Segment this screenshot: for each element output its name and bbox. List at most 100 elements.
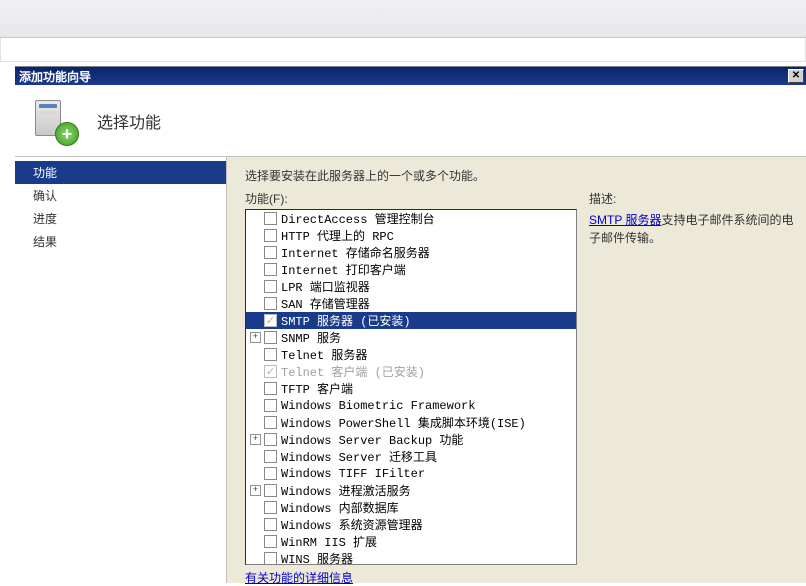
feature-row[interactable]: WinRM IIS 扩展	[246, 533, 576, 550]
feature-label: HTTP 代理上的 RPC	[281, 227, 394, 244]
feature-checkbox[interactable]	[264, 416, 277, 429]
expand-spacer	[250, 281, 261, 292]
nav-item[interactable]: 确认	[15, 184, 226, 207]
wizard-header: + 选择功能	[15, 85, 806, 157]
feature-checkbox[interactable]	[264, 229, 277, 242]
feature-checkbox[interactable]	[264, 280, 277, 293]
feature-checkbox[interactable]	[264, 535, 277, 548]
expand-spacer	[250, 230, 261, 241]
feature-checkbox[interactable]	[264, 501, 277, 514]
feature-row[interactable]: Telnet 服务器	[246, 346, 576, 363]
wizard-body: 功能确认进度结果 选择要安装在此服务器上的一个或多个功能。 功能(F): Dir…	[15, 157, 806, 583]
feature-row[interactable]: Windows PowerShell 集成脚本环境(ISE)	[246, 414, 576, 431]
feature-checkbox: ✓	[264, 365, 277, 378]
feature-label: Windows 系统资源管理器	[281, 516, 423, 533]
expand-spacer	[250, 451, 261, 462]
feature-row[interactable]: + SNMP 服务	[246, 329, 576, 346]
feature-label: Windows PowerShell 集成脚本环境(ISE)	[281, 414, 526, 431]
nav-item[interactable]: 结果	[15, 230, 226, 253]
feature-listbox[interactable]: DirectAccess 管理控制台 HTTP 代理上的 RPC Interne…	[245, 209, 577, 565]
feature-label: Windows 进程激活服务	[281, 482, 411, 499]
expand-spacer	[250, 264, 261, 275]
feature-checkbox[interactable]	[264, 348, 277, 361]
close-button[interactable]: ✕	[788, 69, 804, 83]
feature-row[interactable]: HTTP 代理上的 RPC	[246, 227, 576, 244]
expand-spacer	[250, 519, 261, 530]
feature-row[interactable]: ✓ SMTP 服务器 (已安装)	[246, 312, 576, 329]
expand-icon[interactable]: +	[250, 434, 261, 445]
expand-spacer	[250, 468, 261, 479]
parent-window-toolbar	[0, 0, 806, 38]
feature-row[interactable]: Internet 打印客户端	[246, 261, 576, 278]
feature-checkbox[interactable]	[264, 433, 277, 446]
expand-spacer	[250, 502, 261, 513]
feature-row[interactable]: Windows TIFF IFilter	[246, 465, 576, 482]
feature-checkbox[interactable]	[264, 382, 277, 395]
expand-spacer	[250, 349, 261, 360]
feature-checkbox[interactable]	[264, 399, 277, 412]
feature-checkbox[interactable]	[264, 246, 277, 259]
feature-checkbox[interactable]	[264, 263, 277, 276]
feature-checkbox[interactable]	[264, 552, 277, 565]
wizard-header-title: 选择功能	[97, 109, 161, 133]
feature-label: SMTP 服务器 (已安装)	[281, 312, 411, 329]
feature-row[interactable]: Windows Server 迁移工具	[246, 448, 576, 465]
expand-spacer	[250, 315, 261, 326]
feature-list-label: 功能(F):	[245, 190, 577, 207]
expand-spacer	[250, 553, 261, 564]
expand-icon[interactable]: +	[250, 332, 261, 343]
close-icon: ✕	[792, 71, 800, 81]
feature-row[interactable]: WINS 服务器	[246, 550, 576, 565]
feature-row[interactable]: ✓Telnet 客户端 (已安装)	[246, 363, 576, 380]
feature-row[interactable]: TFTP 客户端	[246, 380, 576, 397]
wizard-content: 选择要安装在此服务器上的一个或多个功能。 功能(F): DirectAccess…	[227, 157, 806, 583]
feature-row[interactable]: Windows 系统资源管理器	[246, 516, 576, 533]
feature-row[interactable]: DirectAccess 管理控制台	[246, 210, 576, 227]
more-info-link[interactable]: 有关功能的详细信息	[245, 569, 353, 586]
feature-checkbox[interactable]	[264, 331, 277, 344]
parent-window-gap	[0, 38, 806, 62]
feature-label: Windows TIFF IFilter	[281, 467, 425, 481]
feature-row[interactable]: SAN 存储管理器	[246, 295, 576, 312]
description-panel: 描述: SMTP 服务器支持电子邮件系统间的电子邮件传输。	[589, 190, 796, 247]
feature-label: Windows Server 迁移工具	[281, 448, 437, 465]
plus-badge-icon: +	[55, 122, 79, 146]
expand-spacer	[250, 298, 261, 309]
expand-spacer	[250, 417, 261, 428]
feature-label: SAN 存储管理器	[281, 295, 370, 312]
nav-item[interactable]: 功能	[15, 161, 226, 184]
feature-row[interactable]: + Windows Server Backup 功能	[246, 431, 576, 448]
feature-label: WINS 服务器	[281, 550, 353, 565]
feature-row[interactable]: + Windows 进程激活服务	[246, 482, 576, 499]
feature-label: DirectAccess 管理控制台	[281, 210, 435, 227]
feature-row[interactable]: Windows 内部数据库	[246, 499, 576, 516]
wizard-nav: 功能确认进度结果	[15, 157, 227, 583]
feature-label: Telnet 服务器	[281, 346, 367, 363]
description-body: SMTP 服务器支持电子邮件系统间的电子邮件传输。	[589, 211, 796, 247]
feature-checkbox[interactable]	[264, 212, 277, 225]
feature-checkbox[interactable]	[264, 450, 277, 463]
instruction-text: 选择要安装在此服务器上的一个或多个功能。	[245, 167, 796, 184]
titlebar[interactable]: 添加功能向导 ✕	[15, 67, 806, 85]
feature-checkbox[interactable]	[264, 518, 277, 531]
expand-spacer	[250, 366, 261, 377]
expand-spacer	[250, 536, 261, 547]
feature-row[interactable]: Windows Biometric Framework	[246, 397, 576, 414]
description-link[interactable]: SMTP 服务器	[589, 213, 661, 227]
feature-label: WinRM IIS 扩展	[281, 533, 377, 550]
expand-spacer	[250, 400, 261, 411]
dialog-title: 添加功能向导	[19, 68, 788, 85]
expand-spacer	[250, 213, 261, 224]
feature-row[interactable]: LPR 端口监视器	[246, 278, 576, 295]
feature-checkbox[interactable]	[264, 484, 277, 497]
feature-label: Windows 内部数据库	[281, 499, 399, 516]
feature-label: Windows Server Backup 功能	[281, 431, 463, 448]
feature-label: LPR 端口监视器	[281, 278, 370, 295]
feature-checkbox: ✓	[264, 314, 277, 327]
feature-checkbox[interactable]	[264, 467, 277, 480]
nav-item[interactable]: 进度	[15, 207, 226, 230]
expand-icon[interactable]: +	[250, 485, 261, 496]
feature-label: SNMP 服务	[281, 329, 341, 346]
feature-checkbox[interactable]	[264, 297, 277, 310]
feature-row[interactable]: Internet 存储命名服务器	[246, 244, 576, 261]
